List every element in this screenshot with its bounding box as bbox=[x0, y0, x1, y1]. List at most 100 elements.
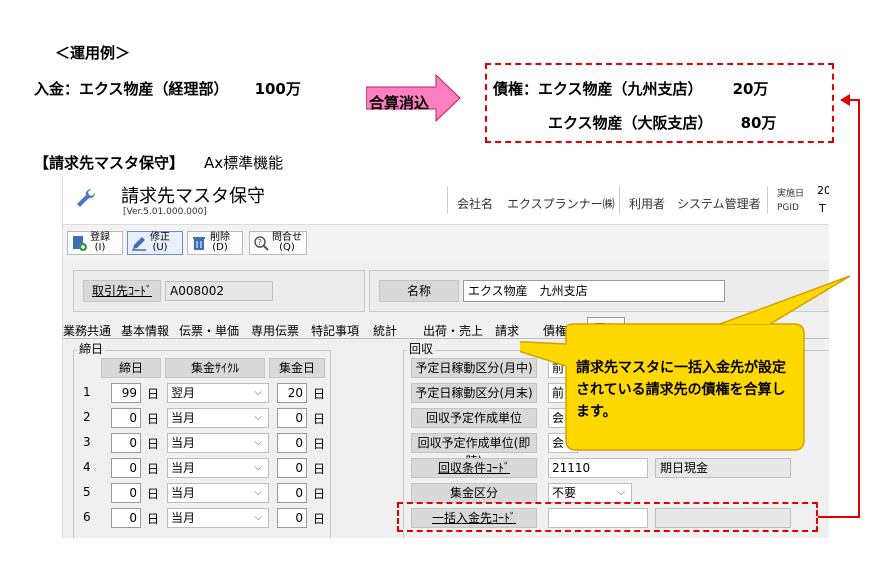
collect-cycle-header: 集金ｻｲｸﾙ bbox=[165, 358, 265, 378]
app-version: [Ver.5.01.000.000] bbox=[123, 207, 207, 217]
closing-day-unit: 日 bbox=[147, 437, 160, 451]
closing-row-number: 1 bbox=[83, 385, 91, 399]
closing-day-input[interactable]: 0 bbox=[111, 458, 141, 478]
delete-key: (D) bbox=[212, 242, 228, 253]
closing-row-number: 3 bbox=[83, 435, 91, 449]
collect-cycle-select[interactable]: 当月 ⌵ bbox=[167, 508, 269, 528]
closing-day-input[interactable]: 0 bbox=[111, 483, 141, 503]
search-icon: ? bbox=[254, 236, 269, 251]
collect-type-value: 不要 bbox=[552, 486, 577, 500]
tab-slip-price[interactable]: 伝票・単価 bbox=[179, 322, 239, 339]
company-label: 会社名 bbox=[457, 197, 494, 211]
chevron-down-icon: ⌵ bbox=[254, 462, 262, 473]
collect-day-header: 集金日 bbox=[269, 358, 325, 378]
new-document-icon bbox=[73, 236, 87, 251]
collect-day-unit: 日 bbox=[313, 412, 326, 426]
collect-day-unit: 日 bbox=[313, 387, 326, 401]
collect-cycle-select[interactable]: 当月 ⌵ bbox=[167, 433, 269, 453]
tab-billing[interactable]: 請求 bbox=[495, 322, 519, 339]
closing-day-unit: 日 bbox=[147, 387, 160, 401]
client-code-label[interactable]: 取引先ｺｰﾄﾞ bbox=[83, 280, 161, 302]
debt-line-kyushu: 債権：エクス物産（九州支店） 20万 bbox=[493, 78, 768, 99]
closing-day-unit: 日 bbox=[147, 412, 160, 426]
chevron-down-icon: ⌵ bbox=[254, 512, 262, 523]
closing-day-input[interactable]: 0 bbox=[111, 408, 141, 428]
tab-notes[interactable]: 特記事項 bbox=[311, 322, 359, 339]
collect-day-unit: 日 bbox=[313, 512, 326, 526]
payment-amount: 100万 bbox=[254, 80, 301, 98]
chevron-down-icon: ⌵ bbox=[617, 487, 625, 498]
delete-button[interactable]: 削除 (D) bbox=[187, 231, 243, 255]
closing-day-input[interactable]: 0 bbox=[111, 508, 141, 528]
collect-cycle-value: 当月 bbox=[171, 436, 196, 450]
pencil-icon bbox=[132, 237, 146, 251]
collect-day-input[interactable]: 0 bbox=[277, 508, 307, 528]
example-title: ＜運用例＞ bbox=[55, 44, 131, 62]
screen-caption-note: Ax標準機能 bbox=[204, 154, 284, 172]
schedule-month-end-label: 予定日稼動区分(月末) bbox=[411, 383, 537, 403]
collect-cycle-select[interactable]: 翌月 ⌵ bbox=[167, 383, 269, 403]
debt-line-osaka: エクス物産（大阪支店） 80万 bbox=[548, 112, 776, 133]
collect-day-input[interactable]: 0 bbox=[277, 458, 307, 478]
tab-basic[interactable]: 基本情報 bbox=[121, 322, 169, 339]
edit-key: (U) bbox=[152, 242, 168, 253]
client-code-input[interactable]: A008002 bbox=[165, 281, 273, 301]
tab-dedicated-slip[interactable]: 専用伝票 bbox=[251, 322, 299, 339]
collect-day-input[interactable]: 0 bbox=[277, 408, 307, 428]
chevron-down-icon: ⌵ bbox=[254, 387, 262, 398]
register-key: (I) bbox=[94, 242, 106, 253]
closing-row-number: 5 bbox=[83, 485, 91, 499]
tab-stats[interactable]: 統計 bbox=[373, 322, 397, 339]
user-label: 利用者 bbox=[629, 197, 666, 211]
closing-day-unit: 日 bbox=[147, 487, 160, 501]
collection-group-title: 回収 bbox=[407, 340, 436, 357]
callout-text: 請求先マスタに一括入金先が設定されている請求先の債権を合算します。 bbox=[576, 360, 786, 420]
client-name-label: 名称 bbox=[379, 280, 459, 302]
collection-terms-name: 期日現金 bbox=[655, 458, 791, 478]
schedule-unit-immediate-label: 回収予定作成単位(即時) bbox=[411, 433, 537, 468]
chevron-down-icon: ⌵ bbox=[254, 487, 262, 498]
collect-day-unit: 日 bbox=[313, 462, 326, 476]
svg-text:?: ? bbox=[258, 238, 262, 247]
user-value: システム管理者 bbox=[677, 197, 761, 211]
collect-cycle-select[interactable]: 当月 ⌵ bbox=[167, 408, 269, 428]
collect-day-input[interactable]: 20 bbox=[277, 383, 307, 403]
debt-label: 債権：エクス物産（九州支店） bbox=[493, 80, 703, 98]
app-title: 請求先マスタ保守 bbox=[121, 186, 265, 207]
collect-cycle-select[interactable]: 当月 ⌵ bbox=[167, 483, 269, 503]
collect-day-unit: 日 bbox=[313, 437, 326, 451]
screen-caption: 【請求先マスタ保守】 Ax標準機能 bbox=[34, 152, 283, 173]
collect-type-select[interactable]: 不要 ⌵ bbox=[548, 483, 632, 503]
collect-cycle-value: 当月 bbox=[171, 511, 196, 525]
screen-caption-title: 【請求先マスタ保守】 bbox=[34, 154, 185, 172]
closing-day-header: 締日 bbox=[101, 358, 161, 378]
tab-common[interactable]: 業務共通 bbox=[63, 322, 111, 339]
title-bar: 請求先マスタ保守 [Ver.5.01.000.000] 会社名 エクスプランナー… bbox=[63, 176, 829, 225]
edit-button[interactable]: 修正 (U) bbox=[127, 231, 183, 255]
closing-row-number: 2 bbox=[83, 410, 91, 424]
collection-terms-label[interactable]: 回収条件ｺｰﾄﾞ bbox=[411, 458, 537, 478]
inquiry-button[interactable]: ? 問合せ (Q) bbox=[249, 231, 307, 255]
closing-row-number: 6 bbox=[83, 510, 91, 524]
merge-label: 合算消込 bbox=[369, 94, 430, 112]
collect-day-input[interactable]: 0 bbox=[277, 433, 307, 453]
closing-group-title: 締日 bbox=[77, 340, 106, 357]
chevron-down-icon: ⌵ bbox=[254, 412, 262, 423]
register-button[interactable]: 登録 (I) bbox=[67, 231, 123, 255]
bulk-payer-highlight bbox=[397, 502, 818, 532]
tab-shipping-sales[interactable]: 出荷・売上 bbox=[423, 322, 483, 339]
collection-terms-input[interactable]: 21110 bbox=[548, 458, 648, 478]
debt-label: エクス物産（大阪支店） bbox=[548, 114, 713, 132]
trash-icon bbox=[193, 237, 205, 250]
wrench-icon bbox=[77, 188, 96, 207]
schedule-unit-label: 回収予定作成単位 bbox=[411, 408, 537, 428]
chevron-down-icon: ⌵ bbox=[254, 437, 262, 448]
company-value: エクスプランナー㈱ bbox=[507, 197, 615, 211]
collect-day-input[interactable]: 0 bbox=[277, 483, 307, 503]
collect-cycle-value: 当月 bbox=[171, 411, 196, 425]
closing-day-input[interactable]: 99 bbox=[111, 383, 141, 403]
closing-day-unit: 日 bbox=[147, 462, 160, 476]
pgid-label: PGID bbox=[777, 203, 799, 213]
collect-cycle-select[interactable]: 当月 ⌵ bbox=[167, 458, 269, 478]
closing-day-input[interactable]: 0 bbox=[111, 433, 141, 453]
